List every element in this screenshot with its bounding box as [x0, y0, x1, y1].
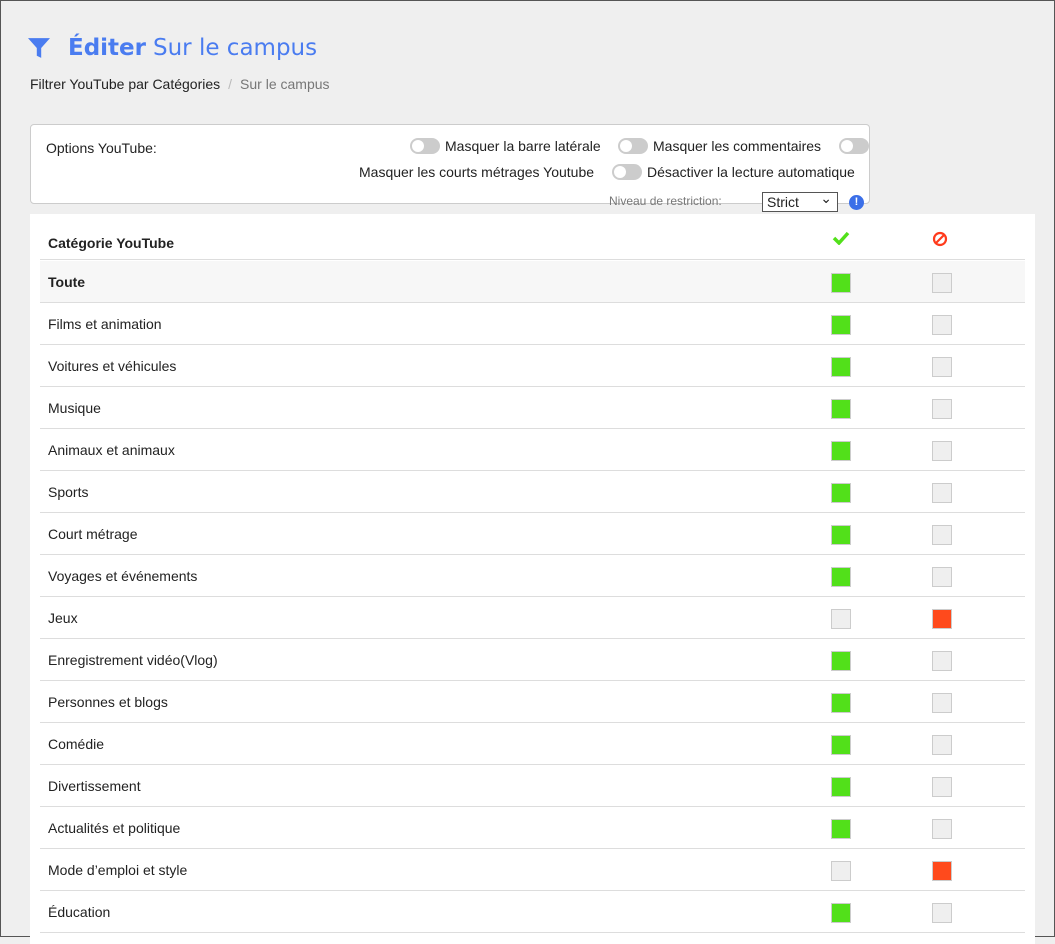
- category-name: Jeux: [48, 610, 78, 626]
- table-row: Comédie: [40, 723, 1025, 765]
- breadcrumb: Filtrer YouTube par Catégories / Sur le ca…: [30, 76, 330, 92]
- allow-checkbox[interactable]: [831, 567, 851, 587]
- info-icon[interactable]: !: [849, 195, 864, 210]
- restriction-level-select[interactable]: Strict: [762, 189, 838, 212]
- title-name: Sur le campus: [153, 35, 318, 61]
- block-checkbox[interactable]: [932, 861, 952, 881]
- block-checkbox[interactable]: [932, 483, 952, 503]
- block-checkbox[interactable]: [932, 609, 952, 629]
- category-name: Divertissement: [48, 778, 141, 794]
- breadcrumb-current: Sur le campus: [240, 76, 330, 92]
- allow-checkbox[interactable]: [831, 483, 851, 503]
- table-row: Musique: [40, 387, 1025, 429]
- filter-icon: [28, 38, 50, 58]
- hide-comments-toggle[interactable]: [618, 138, 648, 154]
- category-name: Éducation: [48, 904, 111, 920]
- table-row: Personnes et blogs: [40, 681, 1025, 723]
- category-name: Toute: [48, 274, 86, 290]
- category-name: Musique: [48, 400, 101, 416]
- table-row: Toute: [40, 261, 1025, 303]
- category-name: Actualités et politique: [48, 820, 181, 836]
- block-checkbox[interactable]: [932, 567, 952, 587]
- allow-checkbox[interactable]: [831, 777, 851, 797]
- check-icon: [832, 231, 850, 245]
- table-row: Mode d’emploi et style: [40, 849, 1025, 891]
- hide-comments-label: Masquer les commentaires: [653, 138, 822, 154]
- block-checkbox[interactable]: [932, 273, 952, 293]
- title-action: Éditer: [68, 35, 146, 61]
- category-name: Animaux et animaux: [48, 442, 175, 458]
- category-name: Films et animation: [48, 316, 162, 332]
- allow-checkbox[interactable]: [831, 273, 851, 293]
- block-checkbox[interactable]: [932, 399, 952, 419]
- page-title: Éditer Sur le campus: [68, 35, 317, 61]
- table-header: Catégorie YouTube: [40, 222, 1025, 260]
- table-row: Court métrage: [40, 513, 1025, 555]
- allow-checkbox[interactable]: [831, 651, 851, 671]
- block-checkbox[interactable]: [932, 441, 952, 461]
- block-checkbox[interactable]: [932, 357, 952, 377]
- restriction-level-label: Niveau de restriction:: [609, 194, 722, 208]
- block-checkbox[interactable]: [932, 819, 952, 839]
- table-row: Sports: [40, 471, 1025, 513]
- allow-checkbox[interactable]: [831, 315, 851, 335]
- disable-autoplay-label: Désactiver la lecture automatique: [647, 164, 855, 180]
- allow-checkbox[interactable]: [831, 441, 851, 461]
- table-row: Jeux: [40, 597, 1025, 639]
- hide-shorts-label: Masquer les courts métrages Youtube: [359, 164, 595, 180]
- allow-checkbox[interactable]: [831, 903, 851, 923]
- disable-autoplay-toggle[interactable]: [612, 164, 642, 180]
- breadcrumb-separator: /: [228, 76, 233, 92]
- allow-checkbox[interactable]: [831, 525, 851, 545]
- block-checkbox[interactable]: [932, 777, 952, 797]
- category-name: Voyages et événements: [48, 568, 198, 584]
- table-row: Voyages et événements: [40, 555, 1025, 597]
- allow-checkbox[interactable]: [831, 399, 851, 419]
- category-column-header: Catégorie YouTube: [48, 235, 175, 251]
- allow-checkbox[interactable]: [831, 819, 851, 839]
- category-table: Catégorie YouTube Toute Films et animati…: [30, 214, 1035, 944]
- allow-checkbox[interactable]: [831, 357, 851, 377]
- allow-checkbox[interactable]: [831, 735, 851, 755]
- category-name: Comédie: [48, 736, 105, 752]
- table-row: Actualités et politique: [40, 807, 1025, 849]
- category-name: Enregistrement vidéo(Vlog): [48, 652, 218, 668]
- allow-checkbox[interactable]: [831, 861, 851, 881]
- category-name: Sports: [48, 484, 89, 500]
- table-row: Voitures et véhicules: [40, 345, 1025, 387]
- breadcrumb-parent[interactable]: Filtrer YouTube par Catégories: [30, 76, 220, 92]
- block-checkbox[interactable]: [932, 525, 952, 545]
- page-header: Éditer Sur le campus: [28, 35, 317, 61]
- table-row: Enregistrement vidéo(Vlog): [40, 639, 1025, 681]
- allow-checkbox[interactable]: [831, 609, 851, 629]
- table-row: Films et animation: [40, 303, 1025, 345]
- table-row: Animaux et animaux: [40, 429, 1025, 471]
- table-row: Éducation: [40, 891, 1025, 933]
- block-checkbox[interactable]: [932, 735, 952, 755]
- category-name: Mode d’emploi et style: [48, 862, 188, 878]
- hide-shorts-toggle[interactable]: [839, 138, 869, 154]
- block-icon: [932, 231, 948, 247]
- youtube-options-panel: Options YouTube: Masquer la barre latéra…: [30, 124, 870, 204]
- hide-sidebar-toggle[interactable]: [410, 138, 440, 154]
- table-row: Divertissement: [40, 765, 1025, 807]
- category-name: Court métrage: [48, 526, 138, 542]
- block-checkbox[interactable]: [932, 315, 952, 335]
- category-name: Personnes et blogs: [48, 694, 168, 710]
- category-name: Voitures et véhicules: [48, 358, 177, 374]
- options-label: Options YouTube:: [46, 140, 157, 156]
- block-checkbox[interactable]: [932, 693, 952, 713]
- allow-checkbox[interactable]: [831, 693, 851, 713]
- block-checkbox[interactable]: [932, 651, 952, 671]
- block-checkbox[interactable]: [932, 903, 952, 923]
- hide-sidebar-label: Masquer la barre latérale: [445, 138, 601, 154]
